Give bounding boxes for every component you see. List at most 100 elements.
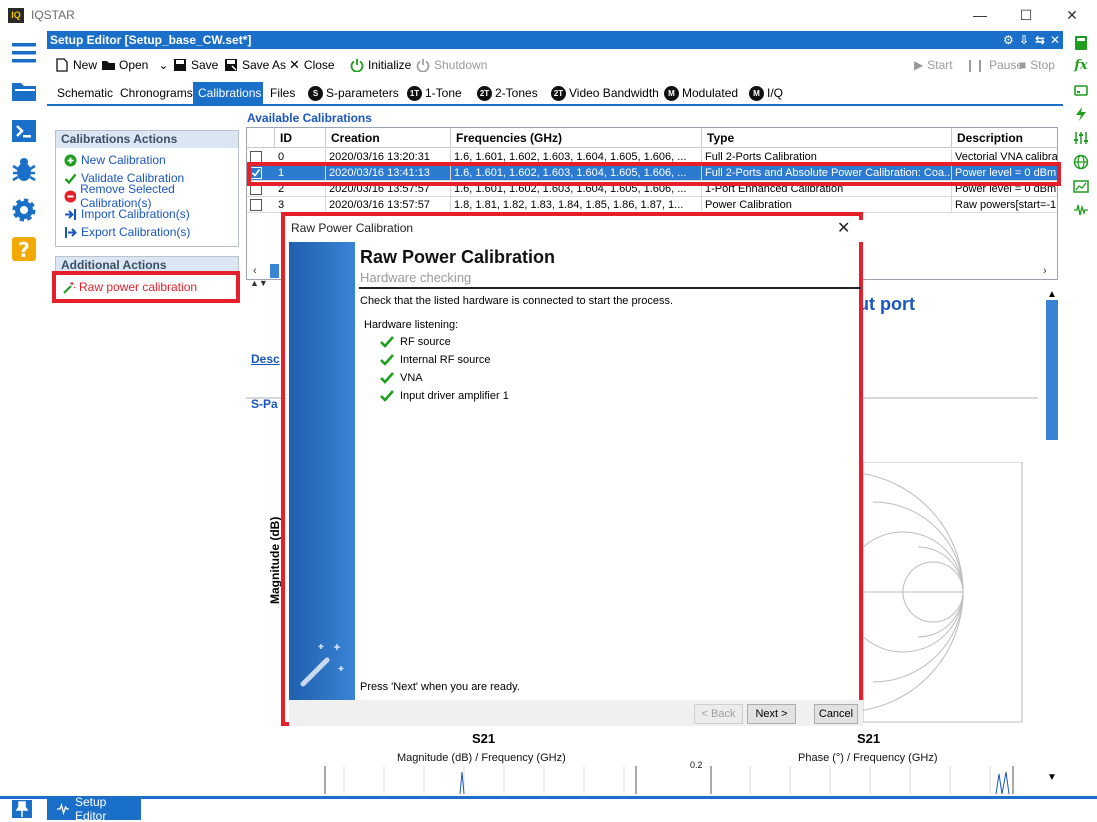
tab-iq[interactable]: M I/Q bbox=[745, 82, 787, 104]
import-calibration-link[interactable]: Import Calibration(s) bbox=[64, 206, 190, 222]
globe-icon[interactable] bbox=[1073, 154, 1089, 170]
column-header-frequencies[interactable]: Frequencies (GHz) bbox=[451, 128, 702, 148]
tab-label: S-parameters bbox=[326, 86, 399, 100]
sliders-icon[interactable] bbox=[1073, 130, 1089, 146]
svg-text:?: ? bbox=[18, 238, 30, 262]
settings-gear-icon[interactable] bbox=[10, 196, 38, 224]
new-calibration-link[interactable]: New Calibration bbox=[64, 152, 166, 168]
graph-window-icon[interactable] bbox=[1073, 178, 1089, 194]
terminal-icon[interactable] bbox=[10, 117, 38, 145]
tab-schematic[interactable]: Schematic bbox=[53, 82, 117, 104]
pause-button[interactable]: ❙❙ Pause bbox=[965, 57, 1023, 73]
initialize-button[interactable]: Initialize bbox=[350, 57, 411, 73]
hardware-item: Internal RF source bbox=[380, 354, 490, 366]
column-header-type[interactable]: Type bbox=[702, 128, 952, 148]
lightning-icon[interactable] bbox=[1073, 106, 1089, 122]
tab-calibrations[interactable]: Calibrations bbox=[193, 82, 263, 104]
close-icon[interactable]: ✕ bbox=[1050, 33, 1060, 47]
raw-power-calibration-link[interactable]: Raw power calibration bbox=[62, 279, 197, 295]
save-as-icon bbox=[225, 59, 237, 71]
bottom-tab-setup-editor[interactable]: Setup Editor bbox=[47, 795, 141, 822]
cell-description: Raw powers[start=-1 bbox=[952, 197, 1057, 213]
save-label: Save bbox=[191, 58, 219, 72]
save-as-label: Save As bbox=[242, 58, 287, 72]
hardware-label: Input driver amplifier 1 bbox=[400, 390, 509, 402]
next-button[interactable]: Next > bbox=[747, 704, 796, 724]
table-row[interactable]: 3 2020/03/16 13:57:57 1.8, 1.81, 1.82, 1… bbox=[247, 197, 1057, 213]
download-icon[interactable]: ⇩ bbox=[1019, 33, 1029, 47]
export-icon bbox=[65, 226, 77, 238]
tab-video-bandwidth[interactable]: 2T Video Bandwidth bbox=[547, 82, 663, 104]
hardware-item: VNA bbox=[380, 372, 423, 384]
save-button[interactable]: Save bbox=[173, 57, 218, 73]
dialog-wizard-banner bbox=[289, 242, 355, 700]
sort-arrows-icon[interactable]: ▲▼ bbox=[250, 278, 268, 288]
save-as-button[interactable]: Save As bbox=[224, 57, 286, 73]
power-off-icon bbox=[416, 59, 430, 72]
waveform-icon[interactable] bbox=[1073, 202, 1089, 218]
shutdown-label: Shutdown bbox=[434, 58, 488, 72]
dialog-divider bbox=[359, 287, 861, 289]
dialog-instruction: Check that the listed hardware is connec… bbox=[360, 295, 674, 307]
shutdown-button[interactable]: Shutdown bbox=[416, 57, 487, 73]
tab-chronograms[interactable]: Chronograms bbox=[116, 82, 197, 104]
split-icon[interactable]: ⇆ bbox=[1035, 33, 1045, 47]
cancel-button[interactable]: Cancel bbox=[814, 704, 858, 724]
bug-icon[interactable] bbox=[10, 156, 38, 184]
app-logo: IQ bbox=[8, 8, 24, 23]
folder-icon[interactable] bbox=[10, 77, 38, 105]
iq-badge-icon: M bbox=[749, 85, 764, 101]
tab-1-tone[interactable]: 1T 1-Tone bbox=[403, 82, 466, 104]
dialog-close-icon[interactable]: ✕ bbox=[837, 218, 850, 238]
hardware-item: Input driver amplifier 1 bbox=[380, 390, 509, 402]
row-checkbox[interactable] bbox=[250, 199, 262, 211]
new-button[interactable]: New bbox=[55, 57, 97, 73]
tab-2-tones[interactable]: 2T 2-Tones bbox=[473, 82, 542, 104]
hardware-label: RF source bbox=[400, 336, 451, 348]
tab-modulated[interactable]: M Modulated bbox=[660, 82, 742, 104]
tab-label: Video Bandwidth bbox=[569, 86, 659, 100]
scroll-left-icon[interactable]: ‹ bbox=[253, 265, 257, 277]
remove-calibration-link[interactable]: Remove Selected Calibration(s) bbox=[64, 182, 238, 210]
tab-label: Schematic bbox=[57, 86, 114, 100]
minimize-button[interactable]: — bbox=[957, 3, 1003, 28]
close-button[interactable]: ✕ Close bbox=[289, 57, 335, 73]
calculator-icon[interactable] bbox=[1073, 35, 1089, 51]
dialog-button-bar: < Back Next > Cancel bbox=[289, 700, 863, 726]
menu-icon[interactable] bbox=[10, 39, 38, 67]
description-link[interactable]: Desc bbox=[251, 352, 280, 366]
open-button[interactable]: Open ⌄ bbox=[101, 57, 168, 73]
scroll-down-icon[interactable]: ▼ bbox=[1047, 772, 1057, 783]
panel-heading: Calibrations Actions bbox=[56, 131, 238, 148]
stop-button[interactable]: ■ Stop bbox=[1019, 57, 1055, 73]
tab-s-parameters[interactable]: S S-parameters bbox=[304, 82, 403, 104]
scroll-right-icon[interactable]: › bbox=[1043, 265, 1047, 277]
chevron-down-icon[interactable]: ⌄ bbox=[158, 58, 168, 72]
start-button[interactable]: ▶ Start bbox=[914, 57, 953, 73]
function-icon[interactable]: fx bbox=[1073, 58, 1089, 74]
column-header-creation[interactable]: Creation bbox=[326, 128, 451, 148]
maximize-button[interactable]: ☐ bbox=[1003, 3, 1049, 28]
magic-wand-icon bbox=[300, 644, 344, 687]
tab-files[interactable]: Files bbox=[266, 82, 299, 104]
back-button[interactable]: < Back bbox=[694, 704, 743, 724]
pin-icon[interactable] bbox=[12, 800, 32, 818]
stop-icon: ■ bbox=[1019, 58, 1027, 72]
drive-icon[interactable] bbox=[1073, 82, 1089, 98]
gear-icon[interactable]: ⚙ bbox=[1003, 33, 1014, 47]
open-folder-icon bbox=[102, 61, 115, 70]
phase-chart-title: Phase (°) / Frequency (GHz) bbox=[798, 752, 938, 764]
tab-label: Chronograms bbox=[120, 86, 193, 100]
calibrations-actions-panel: Calibrations Actions New Calibration Val… bbox=[55, 130, 239, 247]
help-icon[interactable]: ? bbox=[10, 235, 38, 263]
import-icon bbox=[65, 208, 76, 220]
scroll-thumb[interactable] bbox=[270, 264, 279, 278]
close-window-button[interactable]: ✕ bbox=[1049, 3, 1095, 28]
column-header-id[interactable]: ID bbox=[275, 128, 326, 148]
column-header-description[interactable]: Description bbox=[952, 128, 1057, 148]
scroll-up-icon[interactable]: ▲ bbox=[1047, 289, 1057, 300]
export-calibration-link[interactable]: Export Calibration(s) bbox=[64, 224, 190, 240]
cell-id: 3 bbox=[275, 197, 326, 213]
phase-tick-label: 0.2 bbox=[690, 760, 703, 770]
vertical-scrollbar[interactable] bbox=[1046, 300, 1058, 440]
